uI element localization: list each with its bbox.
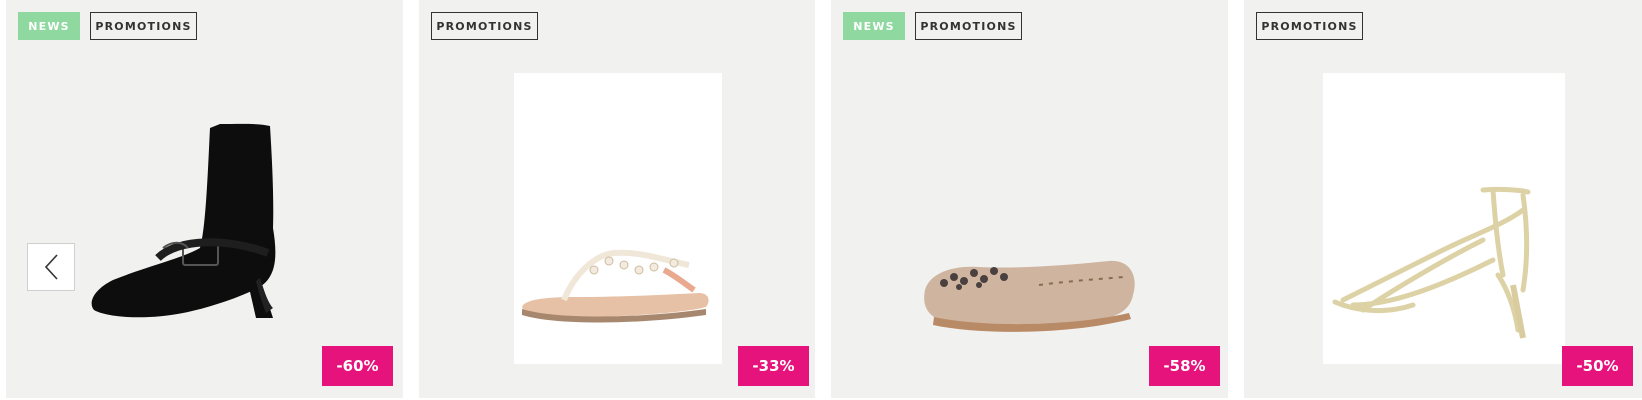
news-tag: NEWS [843, 12, 905, 40]
product-image[interactable] [88, 118, 318, 338]
product-card[interactable]: NEWS PROMOTIONS -60% [6, 0, 403, 398]
product-tags: PROMOTIONS [1256, 12, 1363, 40]
discount-badge: -60% [322, 346, 393, 386]
promotions-tag: PROMOTIONS [915, 12, 1022, 40]
product-card[interactable]: PROMOTIONS -50% [1244, 0, 1642, 398]
product-card[interactable]: NEWS PROMOTIONS -58% [831, 0, 1228, 398]
chevron-left-icon [44, 254, 58, 280]
product-card[interactable]: PROMOTIONS -33% [419, 0, 815, 398]
discount-badge: -58% [1149, 346, 1220, 386]
promotions-tag: PROMOTIONS [431, 12, 538, 40]
promotions-tag: PROMOTIONS [1256, 12, 1363, 40]
product-tags: NEWS PROMOTIONS [18, 12, 197, 40]
promotions-tag: PROMOTIONS [90, 12, 197, 40]
product-tags: NEWS PROMOTIONS [843, 12, 1022, 40]
product-carousel: NEWS PROMOTIONS -60% PROMOTIONS -33% NEW… [0, 0, 1642, 400]
product-image[interactable] [919, 255, 1141, 340]
carousel-prev-button[interactable] [27, 243, 75, 291]
discount-badge: -33% [738, 346, 809, 386]
news-tag: NEWS [18, 12, 80, 40]
product-image[interactable] [1323, 180, 1565, 340]
discount-badge: -50% [1562, 346, 1633, 386]
product-tags: PROMOTIONS [431, 12, 538, 40]
product-image[interactable] [514, 245, 722, 335]
